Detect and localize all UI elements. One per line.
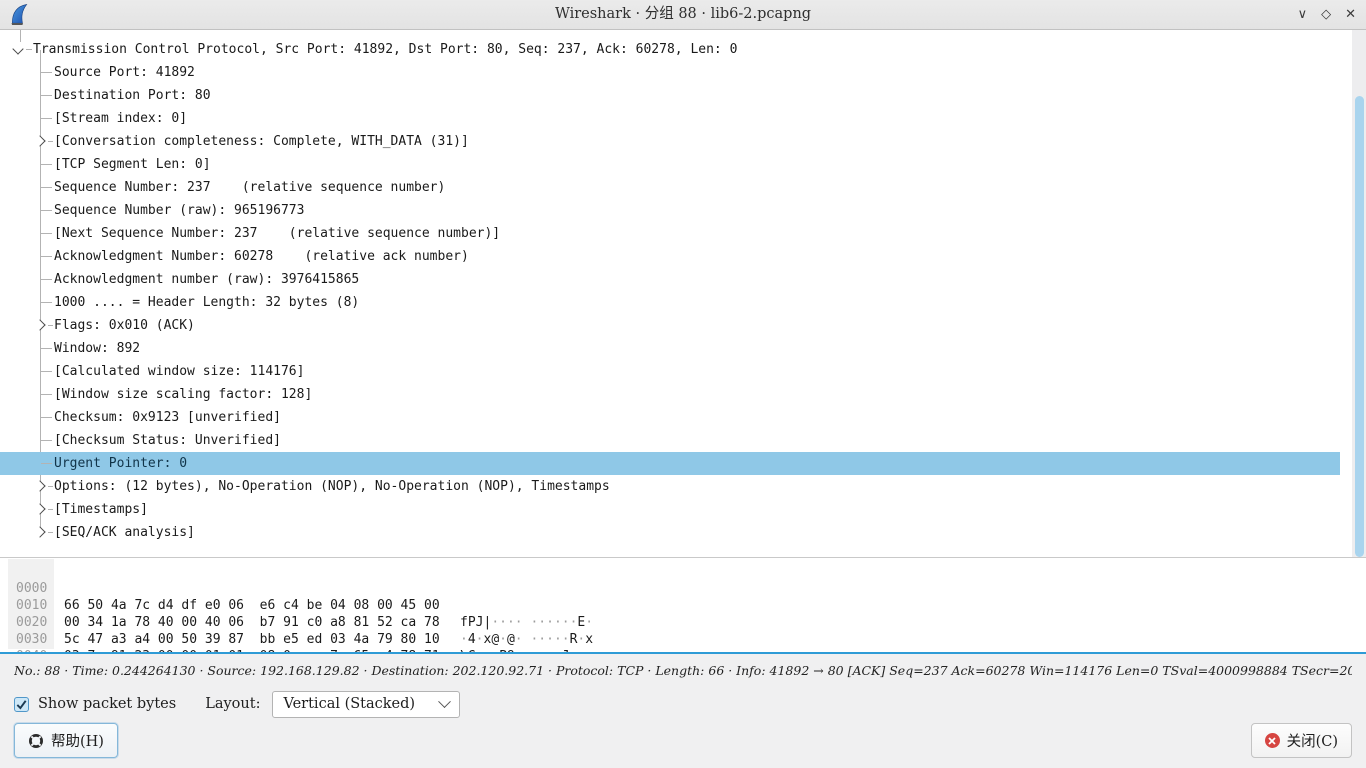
tree-row-label: [TCP Segment Len: 0] xyxy=(54,157,211,172)
tree-row[interactable]: Options: (12 bytes), No-Operation (NOP),… xyxy=(0,475,1340,498)
tree-row[interactable]: [Window size scaling factor: 128] xyxy=(0,383,1340,406)
tree-scrollbar-thumb[interactable] xyxy=(1355,96,1364,557)
tree-row[interactable]: Acknowledgment Number: 60278 (relative a… xyxy=(0,245,1340,268)
tree-row[interactable]: Transmission Control Protocol, Src Port:… xyxy=(0,38,1340,61)
tree-row-label: Options: (12 bytes), No-Operation (NOP),… xyxy=(54,479,610,494)
tree-row[interactable]: Flags: 0x010 (ACK) xyxy=(0,314,1340,337)
layout-select[interactable]: Vertical (Stacked) xyxy=(272,691,460,718)
tree-row-label: Sequence Number (raw): 965196773 xyxy=(54,203,304,218)
hex-row[interactable]: 0030 03 7c 91 23 00 00 01 01 08 0a ee 7a… xyxy=(0,614,1366,631)
tree-row-label: [Next Sequence Number: 237 (relative seq… xyxy=(54,226,500,241)
packet-detail-window: Wireshark · 分组 88 · lib6-2.pcapng ∨ ◇ ✕ … xyxy=(0,0,1366,768)
close-button[interactable]: 关闭(C) xyxy=(1251,723,1352,758)
expander-icon[interactable] xyxy=(12,43,23,54)
tree-row-label: [SEQ/ACK analysis] xyxy=(54,525,195,540)
tree-row-label: Checksum: 0x9123 [unverified] xyxy=(54,410,281,425)
chevron-down-icon xyxy=(439,695,452,708)
tree-row[interactable]: [Next Sequence Number: 237 (relative seq… xyxy=(0,222,1340,245)
expander-icon[interactable] xyxy=(34,135,45,146)
checkmark-icon xyxy=(15,698,28,711)
tree-row-label: [Timestamps] xyxy=(54,502,148,517)
tree-row-label: [Stream index: 0] xyxy=(54,111,187,126)
tree-row[interactable]: 1000 .... = Header Length: 32 bytes (8) xyxy=(0,291,1340,314)
tree-row-label: Urgent Pointer: 0 xyxy=(54,456,187,471)
tree-row[interactable]: Destination Port: 80 xyxy=(0,84,1340,107)
hex-row[interactable]: 0010 00 34 1a 78 40 00 40 06 b7 91 c0 a8… xyxy=(0,580,1366,597)
tree-row-label: Destination Port: 80 xyxy=(54,88,211,103)
tree-row[interactable]: Window: 892 xyxy=(0,337,1340,360)
tree-row-label: Window: 892 xyxy=(54,341,140,356)
packet-summary-line: No.: 88 · Time: 0.244264130 · Source: 19… xyxy=(14,663,1352,678)
tree-row[interactable]: [Timestamps] xyxy=(0,498,1340,521)
tree-row[interactable]: [Stream index: 0] xyxy=(0,107,1340,130)
tree-row[interactable]: [Checksum Status: Unverified] xyxy=(0,429,1340,452)
help-button-label: 帮助(H) xyxy=(51,730,104,751)
tree-row[interactable]: Acknowledgment number (raw): 3976415865 xyxy=(0,268,1340,291)
tree-row-label: 1000 .... = Header Length: 32 bytes (8) xyxy=(54,295,359,310)
tree-scrollbar[interactable] xyxy=(1352,30,1366,557)
show-packet-bytes-checkbox[interactable] xyxy=(14,697,29,712)
packet-bytes-pane: 0000 66 50 4a 7c d4 df e0 06 e6 c4 be 04… xyxy=(0,559,1366,649)
expander-icon[interactable] xyxy=(34,503,45,514)
show-packet-bytes-label[interactable]: Show packet bytes xyxy=(38,696,176,712)
tree-row-label: Source Port: 41892 xyxy=(54,65,195,80)
tree-row[interactable]: Urgent Pointer: 0 xyxy=(0,452,1340,475)
expander-icon[interactable] xyxy=(34,319,45,330)
minimize-button[interactable]: ∨ xyxy=(1298,0,1308,29)
window-title: Wireshark · 分组 88 · lib6-2.pcapng xyxy=(0,0,1366,29)
tree-row[interactable]: Sequence Number: 237 (relative sequence … xyxy=(0,176,1340,199)
close-button-label: 关闭(C) xyxy=(1287,730,1338,751)
tree-row[interactable]: Source Port: 41892 xyxy=(0,61,1340,84)
tree-row-label: [Window size scaling factor: 128] xyxy=(54,387,312,402)
help-button[interactable]: 帮助(H) xyxy=(14,723,118,758)
tree-row[interactable]: Sequence Number (raw): 965196773 xyxy=(0,199,1340,222)
maximize-button[interactable]: ◇ xyxy=(1321,0,1331,29)
packet-detail-tree: Transmission Control Protocol, Src Port:… xyxy=(0,30,1366,558)
tree-row-label: [Conversation completeness: Complete, WI… xyxy=(54,134,469,149)
layout-label: Layout: xyxy=(205,696,260,712)
layout-select-value: Vertical (Stacked) xyxy=(283,696,415,712)
tree-row-label: [Checksum Status: Unverified] xyxy=(54,433,281,448)
tree-row-label: Transmission Control Protocol, Src Port:… xyxy=(33,42,737,57)
tree-row[interactable]: [Calculated window size: 114176] xyxy=(0,360,1340,383)
expander-icon[interactable] xyxy=(34,480,45,491)
tree-row-label: Acknowledgment number (raw): 3976415865 xyxy=(54,272,359,287)
close-circle-icon xyxy=(1265,733,1280,748)
tree-row-label: [Calculated window size: 114176] xyxy=(54,364,304,379)
help-icon xyxy=(28,733,44,749)
tree-row-label: Flags: 0x010 (ACK) xyxy=(54,318,195,333)
hex-row[interactable]: 0000 66 50 4a 7c d4 df e0 06 e6 c4 be 04… xyxy=(0,563,1366,580)
tree-row[interactable]: [Conversation completeness: Complete, WI… xyxy=(0,130,1340,153)
dialog-footer: No.: 88 · Time: 0.244264130 · Source: 19… xyxy=(0,654,1366,768)
close-window-button[interactable]: ✕ xyxy=(1345,0,1356,29)
tree-row-label: Sequence Number: 237 (relative sequence … xyxy=(54,180,445,195)
expander-icon[interactable] xyxy=(34,526,45,537)
titlebar: Wireshark · 分组 88 · lib6-2.pcapng ∨ ◇ ✕ xyxy=(0,0,1366,30)
hex-row[interactable]: 0020 5c 47 a3 a4 00 50 39 87 bb e5 ed 03… xyxy=(0,597,1366,614)
tree-row[interactable]: [TCP Segment Len: 0] xyxy=(0,153,1340,176)
tree-row[interactable]: Checksum: 0x9123 [unverified] xyxy=(0,406,1340,429)
tree-row[interactable]: [SEQ/ACK analysis] xyxy=(0,521,1340,544)
hex-row[interactable]: 0040 db b3 ·· xyxy=(0,631,1366,648)
tree-row-label: Acknowledgment Number: 60278 (relative a… xyxy=(54,249,469,264)
